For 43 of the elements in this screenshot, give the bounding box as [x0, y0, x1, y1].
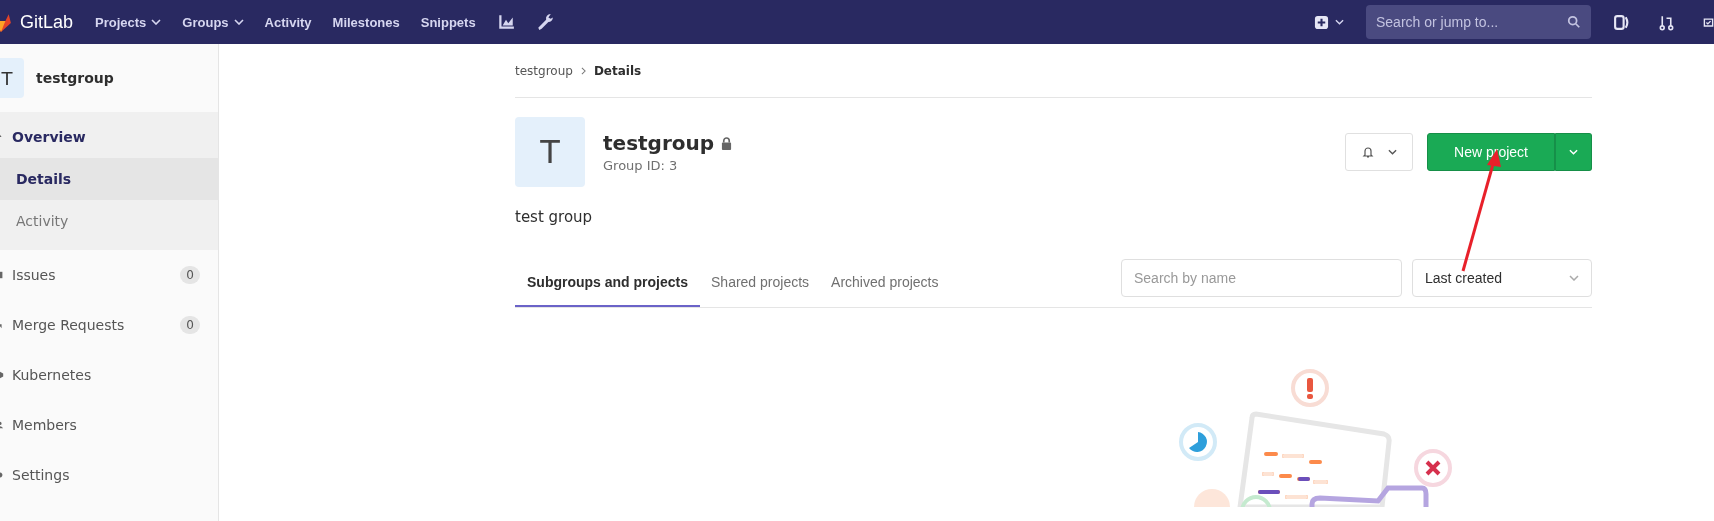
group-name[interactable]: testgroup: [36, 70, 114, 86]
merge-request-icon[interactable]: [1658, 13, 1675, 31]
breadcrumb-link[interactable]: testgroup: [515, 63, 573, 78]
group-description: test group: [515, 208, 594, 226]
group-avatar[interactable]: T: [0, 58, 24, 98]
caret-icon: [1387, 149, 1397, 155]
sidebar-item[interactable]: Kubernetes: [0, 350, 200, 400]
plus-icon: [1314, 14, 1329, 30]
wrench-icon[interactable]: [535, 13, 554, 31]
sidebar-item[interactable]: Settings: [0, 450, 200, 500]
caret-icon: [1335, 19, 1344, 25]
sidebar-subitem[interactable]: Activity: [0, 200, 218, 242]
sidebar-item[interactable]: Merge Requests: [0, 300, 181, 350]
logo-text[interactable]: GitLab: [20, 11, 74, 33]
group-avatar: T: [515, 117, 585, 187]
sidebar-subitem[interactable]: Details: [0, 158, 218, 200]
nav-link[interactable]: Groups: [182, 14, 244, 30]
dropdown-toggle[interactable]: [1555, 133, 1592, 171]
group-title: testgroup: [603, 131, 715, 155]
new-item-dropdown[interactable]: [1314, 14, 1344, 30]
sidebar-item[interactable]: Issues: [0, 250, 181, 300]
tab[interactable]: Shared projects: [700, 259, 821, 307]
sidebar-toggle-icon[interactable]: [1613, 13, 1630, 31]
nav-link[interactable]: Activity: [264, 14, 312, 30]
sidebar-item[interactable]: Members: [0, 400, 200, 450]
count-badge: 0: [180, 316, 200, 334]
tab[interactable]: Subgroups and projects: [515, 259, 700, 307]
search-icon: [1567, 15, 1581, 29]
nav-link[interactable]: Snippets: [420, 14, 476, 30]
nav-link[interactable]: Projects: [95, 14, 162, 30]
chart-icon[interactable]: [496, 13, 515, 31]
breadcrumb-link[interactable]: Details: [593, 63, 642, 78]
group-id: Group ID: 3: [603, 158, 679, 173]
search-field[interactable]: Search by name: [1121, 259, 1402, 297]
bell-icon: [1361, 146, 1374, 158]
tab[interactable]: Archived projects: [820, 259, 950, 307]
sort-dropdown[interactable]: Last created: [1412, 259, 1592, 297]
nav-link[interactable]: Milestones: [332, 14, 400, 30]
chevron-icon: [580, 66, 586, 75]
search-field[interactable]: Search or jump to...: [1366, 5, 1591, 39]
caret-icon: [1569, 149, 1578, 155]
count-badge: 0: [180, 266, 200, 284]
caret-icon: [1569, 275, 1579, 281]
